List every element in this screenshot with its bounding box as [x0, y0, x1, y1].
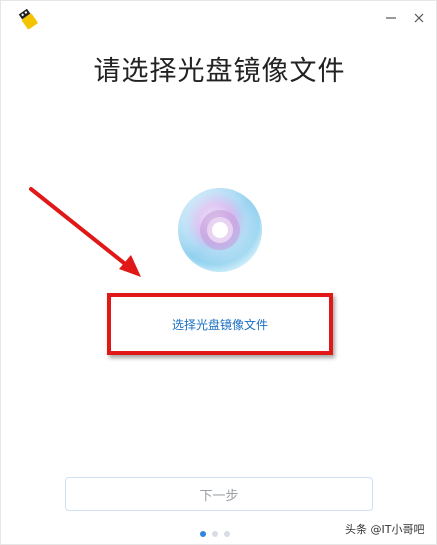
next-button[interactable]: 下一步 [65, 477, 373, 511]
close-button[interactable] [409, 8, 429, 28]
step-indicator [200, 531, 230, 537]
usb-drive-icon [18, 9, 38, 29]
step-dot-1 [200, 531, 206, 537]
watermark: 头条 @IT小哥吧 [345, 523, 425, 536]
page-title: 请选择光盘镜像文件 [93, 56, 346, 87]
disc-icon[interactable] [177, 187, 263, 273]
step-dot-3 [224, 531, 230, 537]
select-iso-link[interactable]: 选择光盘镜像文件 [107, 295, 333, 353]
minimize-icon [386, 17, 396, 19]
step-dot-2 [212, 531, 218, 537]
minimize-button[interactable] [381, 8, 401, 28]
app-window: 请选择光盘镜像文件 选择光盘镜像文件 下一步 头条 @IT小哥吧 [0, 0, 437, 545]
close-icon [414, 13, 424, 23]
